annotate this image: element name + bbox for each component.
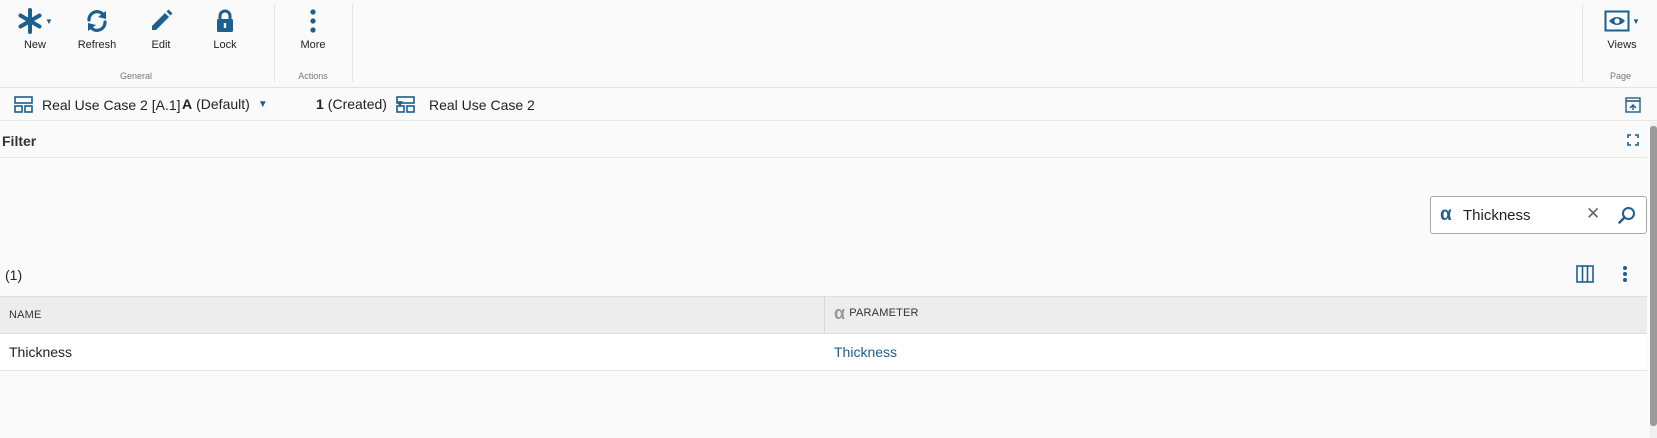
expand-icon[interactable]: [1627, 134, 1639, 146]
edit-button-label: Edit: [151, 39, 171, 51]
ribbon-separator: [352, 4, 353, 82]
search-icon[interactable]: [1618, 206, 1636, 224]
lock-button[interactable]: Lock: [190, 6, 260, 58]
chevron-down-icon: ▼: [1632, 16, 1640, 26]
refresh-button-label: Refresh: [77, 39, 117, 51]
search-input[interactable]: [1463, 205, 1583, 225]
ribbon-toolbar: ▼ New Refresh Edit Lock General More Act…: [0, 0, 1657, 88]
filter-title: Filter: [2, 133, 37, 149]
state-number: 1: [316, 96, 324, 112]
refresh-button[interactable]: Refresh: [62, 6, 132, 58]
revision-label: (Default): [196, 96, 250, 112]
alpha-icon: α: [834, 303, 846, 323]
ribbon-separator: [274, 4, 275, 82]
filter-header: Filter: [0, 122, 1647, 158]
revision-letter: A: [182, 96, 193, 112]
group-label-general: General: [119, 71, 153, 81]
scrollbar-thumb[interactable]: [1650, 126, 1657, 426]
column-header-parameter[interactable]: α PARAMETER: [834, 303, 919, 323]
table-row[interactable]: Thickness Thickness: [0, 334, 1647, 371]
new-button-label: New: [23, 39, 46, 51]
kebab-icon[interactable]: [1622, 265, 1628, 283]
results-table: NAME α PARAMETER Thickness Thickness: [0, 296, 1647, 371]
lock-icon: [217, 9, 233, 32]
ribbon-separator: [1582, 4, 1583, 82]
asterisk-icon: [18, 8, 42, 34]
group-label-actions: Actions: [298, 71, 328, 81]
more-button-label: More: [300, 39, 326, 51]
new-button[interactable]: ▼ New: [0, 6, 70, 58]
structure-icon: [14, 96, 33, 113]
more-button[interactable]: More: [278, 6, 348, 58]
state-dropdown[interactable]: 1 (Created) ▼: [316, 96, 405, 112]
state-label: (Created): [327, 96, 387, 112]
breadcrumb-item-label: Real Use Case 2 [A.1]: [42, 96, 181, 113]
cell-parameter-link[interactable]: Thickness: [834, 344, 897, 360]
pencil-icon: [152, 9, 173, 30]
column-header-name[interactable]: NAME: [9, 309, 42, 321]
context-item[interactable]: Real Use Case 2: [396, 96, 535, 113]
views-button-label: Views: [1607, 39, 1637, 51]
edit-button[interactable]: Edit: [126, 6, 196, 58]
clear-icon[interactable]: ✕: [1586, 204, 1600, 224]
column-header-parameter-label: PARAMETER: [849, 307, 919, 319]
refresh-icon: [87, 10, 107, 32]
table-header: NAME α PARAMETER: [0, 296, 1647, 334]
breadcrumb: Real Use Case 2 [A.1] A (Default) ▼ 1 (C…: [0, 88, 1657, 121]
parameter-search: α ✕: [1430, 196, 1647, 234]
cell-name: Thickness: [9, 344, 73, 360]
lock-button-label: Lock: [213, 39, 237, 51]
structure-icon: [396, 96, 415, 113]
breadcrumb-item[interactable]: Real Use Case 2 [A.1]: [14, 96, 181, 113]
collapse-panel-icon[interactable]: [1625, 97, 1641, 113]
revision-dropdown[interactable]: A (Default) ▼: [182, 96, 268, 112]
chevron-down-icon: ▼: [45, 16, 53, 26]
column-divider[interactable]: [824, 297, 825, 333]
context-label: Real Use Case 2: [429, 96, 535, 113]
alpha-icon: α: [1440, 204, 1452, 225]
kebab-icon: [310, 9, 316, 33]
chevron-down-icon: ▼: [257, 98, 268, 110]
group-label-page: Page: [1609, 71, 1632, 81]
columns-icon[interactable]: [1576, 265, 1594, 283]
views-button[interactable]: ▼ Views: [1587, 6, 1657, 58]
vertical-scrollbar[interactable]: [1650, 122, 1657, 438]
eye-icon: [1604, 10, 1630, 32]
result-count: (1): [5, 267, 23, 283]
